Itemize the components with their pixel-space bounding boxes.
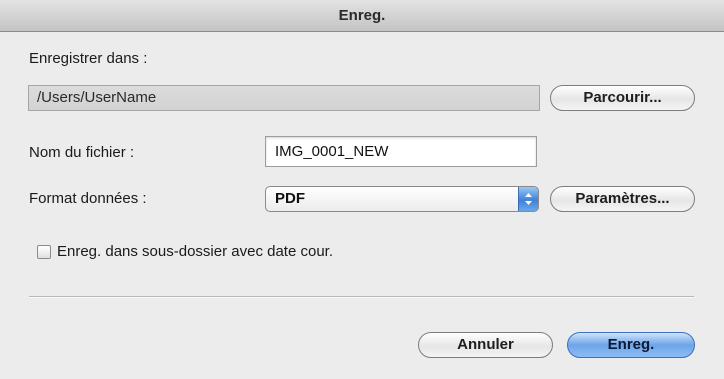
format-select[interactable]: PDF	[265, 186, 539, 212]
browse-button[interactable]: Parcourir...	[550, 85, 695, 111]
save-dialog: Enreg. Enregistrer dans : /Users/UserNam…	[0, 0, 724, 379]
footer-separator	[29, 296, 694, 298]
filename-input[interactable]: IMG_0001_NEW	[265, 136, 537, 167]
select-arrows-icon	[518, 187, 538, 211]
format-select-value: PDF	[275, 190, 305, 207]
window-title: Enreg.	[0, 0, 724, 32]
subfolder-checkbox[interactable]	[37, 245, 51, 259]
format-label: Format données :	[29, 190, 147, 207]
filename-label: Nom du fichier :	[29, 144, 135, 161]
cancel-button[interactable]: Annuler	[418, 332, 553, 358]
save-location-path: /Users/UserName	[28, 85, 540, 111]
settings-button[interactable]: Paramètres...	[550, 186, 695, 212]
save-button[interactable]: Enreg.	[567, 332, 695, 358]
save-location-label: Enregistrer dans :	[29, 50, 148, 67]
subfolder-checkbox-label[interactable]: Enreg. dans sous-dossier avec date cour.	[57, 243, 333, 260]
